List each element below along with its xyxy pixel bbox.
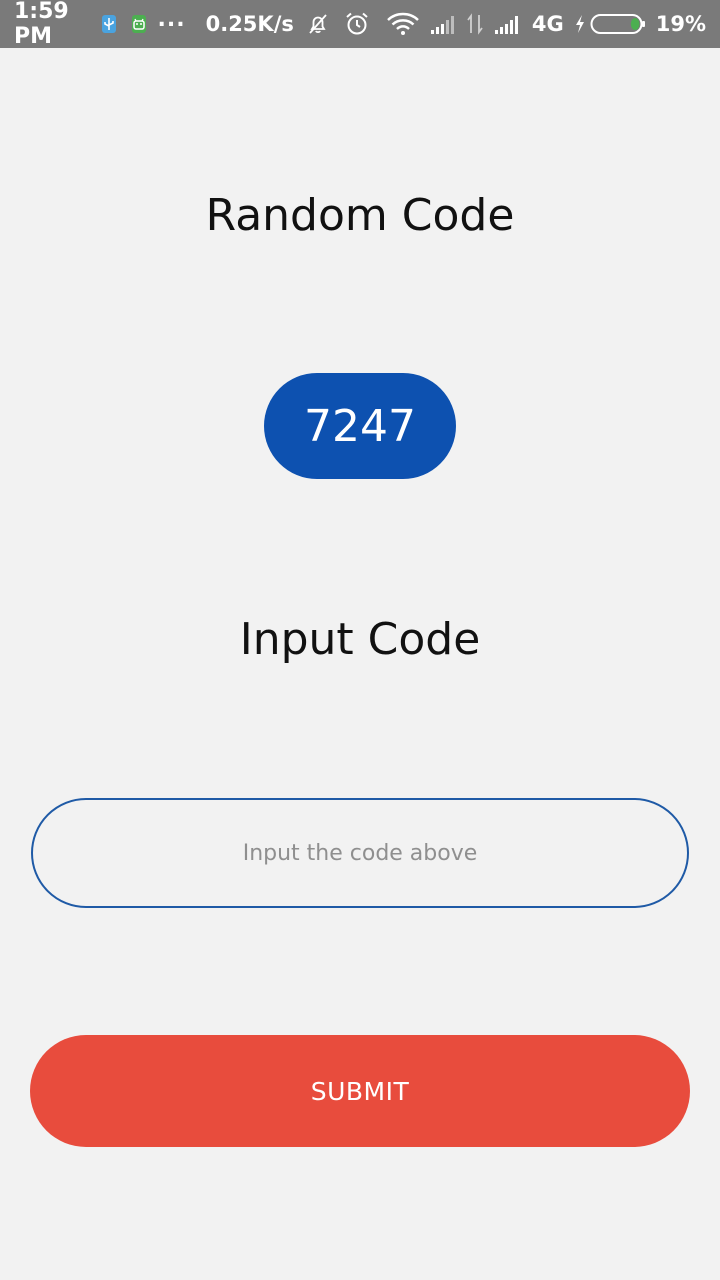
battery-percent: 19% [655, 12, 706, 36]
network-type: 4G [531, 12, 564, 36]
input-code-title: Input Code [239, 614, 481, 665]
wifi-icon [386, 11, 420, 37]
dnd-bell-icon [306, 12, 330, 36]
status-bar: 1:59 PM ... 0.25K/s 4G 19% [0, 0, 720, 49]
android-icon [131, 15, 146, 33]
random-code-badge: 7247 [264, 373, 456, 479]
network-speed: 0.25K/s [205, 12, 294, 36]
signal-weak-icon [430, 13, 460, 35]
alarm-icon [344, 11, 370, 37]
random-code-title: Random Code [205, 190, 515, 241]
battery-icon [590, 12, 646, 36]
data-arrows-icon [466, 13, 484, 35]
status-bar-left: 1:59 PM ... 0.25K/s [14, 0, 294, 49]
charging-bolt-icon [574, 14, 586, 34]
signal-strong-icon [494, 13, 524, 35]
status-bar-right: 4G 19% [294, 11, 706, 37]
battery-fill [630, 18, 640, 30]
submit-button[interactable]: SUBMIT [30, 1035, 690, 1147]
usb-debug-icon [101, 15, 116, 33]
status-time: 1:59 PM [14, 0, 69, 49]
code-input-field[interactable] [31, 798, 689, 908]
more-notifications-icon: ... [157, 6, 186, 32]
